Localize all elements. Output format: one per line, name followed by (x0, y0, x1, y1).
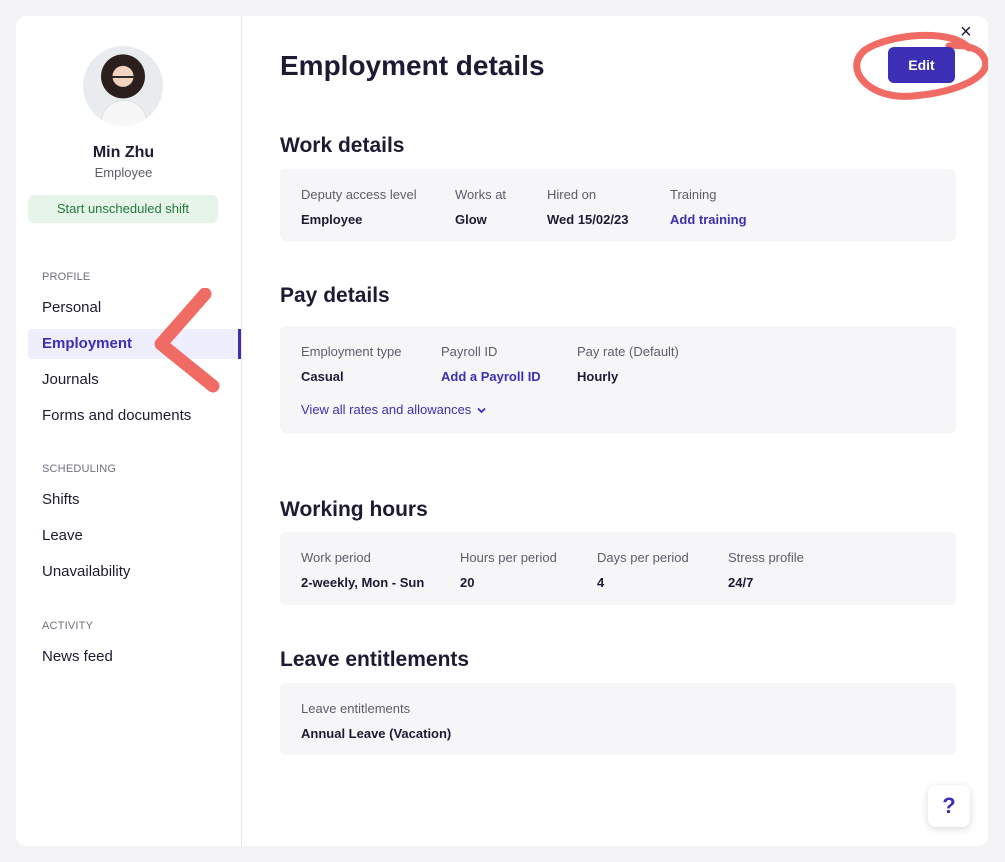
section-label-activity: ACTIVITY (42, 620, 94, 632)
field-label: Training (670, 187, 717, 202)
field-work-period: Work period 2-weekly, Mon - Sun (301, 550, 424, 590)
sidebar-item-shifts[interactable]: Shifts (28, 485, 241, 515)
leave-entitlements-card: Leave entitlements Annual Leave (Vacatio… (280, 683, 956, 755)
field-employment-type: Employment type Casual (301, 344, 401, 384)
pay-details-title: Pay details (280, 284, 390, 307)
chevron-down-icon (477, 407, 486, 414)
field-pay-rate: Pay rate (Default) Hourly (577, 344, 679, 384)
user-name: Min Zhu (92, 144, 155, 161)
pay-details-card: Employment type Casual Payroll ID Add a … (280, 326, 956, 433)
field-value: Hourly (577, 369, 619, 384)
field-stress-profile: Stress profile 24/7 (728, 550, 804, 590)
working-hours-title: Working hours (280, 498, 428, 521)
sidebar-item-leave[interactable]: Leave (28, 521, 241, 551)
view-all-rates-link[interactable]: View all rates and allowances (301, 402, 486, 417)
field-hours-per-period: Hours per period 20 (460, 550, 557, 590)
field-value: Casual (301, 369, 344, 384)
field-payroll-id: Payroll ID Add a Payroll ID (441, 344, 541, 384)
field-label: Deputy access level (301, 187, 417, 202)
help-icon[interactable]: ? (928, 785, 970, 827)
field-leave-entitlements: Leave entitlements Annual Leave (Vacatio… (301, 701, 451, 741)
field-label: Hours per period (460, 550, 557, 565)
annotation-arrow-icon (154, 288, 220, 393)
avatar-shirt (101, 100, 147, 126)
field-value: Annual Leave (Vacation) (301, 726, 452, 741)
work-details-title: Work details (280, 134, 405, 157)
field-label: Hired on (547, 187, 597, 202)
field-value: 24/7 (728, 575, 754, 590)
sidebar: Min Zhu Employee Start unscheduled shift… (16, 16, 242, 846)
page-title: Employment details (280, 50, 545, 81)
field-hired-on: Hired on Wed 15/02/23 (547, 187, 628, 227)
main-content: Employment details Edit × Work details D… (280, 16, 988, 846)
sidebar-item-news-feed[interactable]: News feed (28, 642, 241, 672)
field-label: Works at (455, 187, 507, 202)
avatar-glasses (111, 76, 135, 84)
field-label: Payroll ID (441, 344, 498, 359)
view-all-rates-label: View all rates and allowances (301, 402, 472, 417)
employee-profile-panel: Min Zhu Employee Start unscheduled shift… (16, 16, 988, 846)
field-label: Pay rate (Default) (577, 344, 679, 359)
close-icon[interactable]: × (960, 22, 972, 42)
field-label: Work period (301, 550, 371, 565)
field-value: Glow (455, 212, 487, 227)
field-label: Leave entitlements (301, 701, 411, 716)
field-value: Employee (301, 212, 363, 227)
section-label-scheduling: SCHEDULING (42, 463, 117, 475)
field-access-level: Deputy access level Employee (301, 187, 417, 227)
field-value: Wed 15/02/23 (547, 212, 629, 227)
add-training-link[interactable]: Add training (670, 212, 747, 227)
field-label: Days per period (597, 550, 689, 565)
start-unscheduled-shift-button[interactable]: Start unscheduled shift (28, 195, 218, 223)
field-value: 2-weekly, Mon - Sun (301, 575, 425, 590)
field-days-per-period: Days per period 4 (597, 550, 689, 590)
section-label-profile: PROFILE (42, 271, 91, 283)
leave-entitlements-title: Leave entitlements (280, 648, 470, 671)
add-payroll-id-link[interactable]: Add a Payroll ID (441, 369, 541, 384)
avatar (83, 46, 163, 126)
field-training: Training Add training (670, 187, 747, 227)
field-label: Stress profile (728, 550, 804, 565)
work-details-card: Deputy access level Employee Works at Gl… (280, 169, 956, 241)
edit-button[interactable]: Edit (888, 47, 955, 83)
user-role: Employee (94, 165, 153, 180)
sidebar-item-forms-and-documents[interactable]: Forms and documents (28, 401, 241, 431)
working-hours-card: Work period 2-weekly, Mon - Sun Hours pe… (280, 532, 956, 605)
field-works-at: Works at Glow (455, 187, 506, 227)
field-label: Employment type (301, 344, 402, 359)
field-value: 20 (460, 575, 475, 590)
field-value: 4 (597, 575, 605, 590)
sidebar-item-unavailability[interactable]: Unavailability (28, 557, 241, 587)
